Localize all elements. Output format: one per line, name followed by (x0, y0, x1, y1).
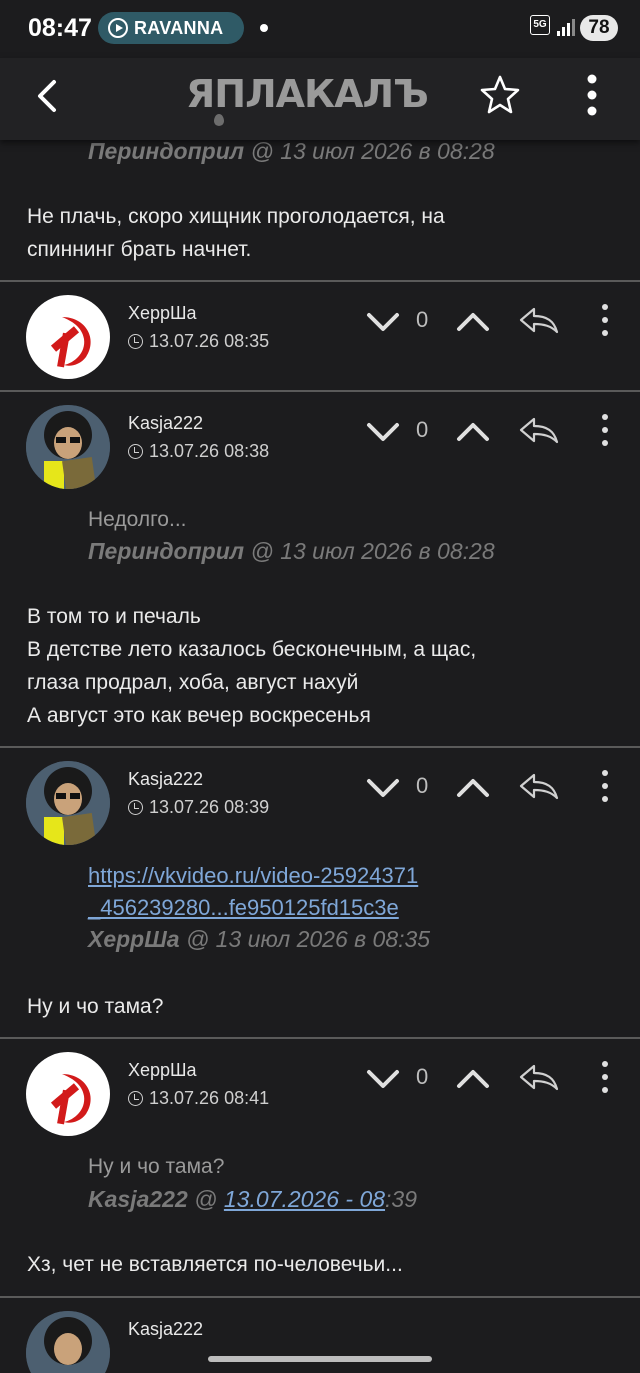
username[interactable]: Kasja222 (128, 1319, 203, 1340)
comment-date: 13.07.26 08:38 (128, 441, 269, 462)
username[interactable]: Kasja222 (128, 769, 203, 790)
comment-date: 13.07.26 08:35 (128, 331, 269, 352)
hammer-sickle-icon (50, 1074, 91, 1125)
comment-date: 13.07.26 08:41 (128, 1088, 269, 1109)
comment-header: Kasja222 13.07.26 08:38 0 (0, 393, 640, 489)
comments-feed[interactable]: Периндоприл @ 13 июл 2026 в 08:28 Не пла… (0, 140, 640, 1373)
avatar[interactable] (26, 1311, 110, 1373)
clock-icon (128, 334, 143, 349)
cartoon-girl-icon (26, 405, 110, 489)
reply-icon[interactable] (518, 305, 560, 335)
username[interactable]: ХеррШа (128, 303, 197, 324)
vote-score: 0 (416, 773, 429, 798)
site-logo[interactable]: ЯПЛАКАЛЪ (186, 72, 429, 116)
vote-score: 0 (416, 1064, 429, 1089)
divider (0, 390, 640, 392)
username[interactable]: Kasja222 (128, 413, 203, 434)
media-pill[interactable]: RAVANNA (98, 12, 244, 44)
reply-icon[interactable] (518, 1062, 560, 1092)
play-icon (108, 18, 128, 38)
vote-up-icon[interactable] (456, 421, 490, 443)
comment-more-icon[interactable] (598, 769, 612, 803)
comment-body: Хз, чет не вставляется по-человечьи... (27, 1253, 403, 1276)
status-bar: 08:47 RAVANNA 5G 78 (0, 0, 640, 58)
username[interactable]: ХеррШа (128, 1060, 197, 1081)
logo-tear-icon (214, 114, 224, 126)
divider (0, 1296, 640, 1298)
vote-score: 0 (416, 417, 429, 442)
comment-header: ХеррШа 13.07.26 08:41 0 (0, 1040, 640, 1136)
video-link[interactable]: https://vkvideo.ru/video-25924371 _45623… (88, 860, 418, 924)
status-time: 08:47 (28, 14, 92, 42)
quote-author-line: Периндоприл @ 13 июл 2026 в 08:28 (88, 538, 495, 564)
comment-more-icon[interactable] (598, 1060, 612, 1094)
comment-more-icon[interactable] (598, 303, 612, 337)
avatar[interactable] (26, 405, 110, 489)
comment-body: Не плачь, скоро хищник проголодается, на… (27, 205, 445, 261)
more-vert-icon[interactable] (580, 72, 604, 118)
comment-date: 13.07.26 08:39 (128, 797, 269, 818)
hammer-sickle-icon (50, 317, 91, 368)
notification-dot-icon (260, 24, 268, 32)
vote-down-icon[interactable] (366, 777, 400, 799)
media-app-label: RAVANNA (134, 18, 224, 38)
avatar[interactable] (26, 1052, 110, 1136)
quote-author-line: ХеррШа @ 13 июл 2026 в 08:35 (88, 926, 431, 952)
quote-text: Недолго... (88, 508, 187, 531)
home-indicator[interactable] (208, 1356, 432, 1362)
vote-up-icon[interactable] (456, 777, 490, 799)
divider (0, 280, 640, 282)
star-icon[interactable] (478, 73, 522, 117)
vote-down-icon[interactable] (366, 311, 400, 333)
quote-date-link[interactable]: 13.07.2026 - 08 (224, 1186, 385, 1212)
network-5g-icon: 5G (530, 15, 550, 35)
app-bar: ЯПЛАКАЛЪ (0, 58, 640, 140)
reply-icon[interactable] (518, 771, 560, 801)
divider (0, 746, 640, 748)
quote-text: Ну и чо тама? (88, 1155, 225, 1178)
reply-icon[interactable] (518, 415, 560, 445)
comment-header: Kasja222 13.07.26 08:39 0 (0, 749, 640, 845)
vote-down-icon[interactable] (366, 1068, 400, 1090)
comment-more-icon[interactable] (598, 413, 612, 447)
cartoon-girl-icon (26, 1311, 110, 1373)
battery-icon: 78 (580, 15, 618, 41)
vote-score: 0 (416, 307, 429, 332)
cartoon-girl-icon (26, 761, 110, 845)
avatar[interactable] (26, 761, 110, 845)
quote-author-line: Периндоприл @ 13 июл 2026 в 08:28 (88, 140, 495, 164)
comment-body: В том то и печаль В детстве лето казалос… (27, 605, 477, 727)
signal-icon (557, 19, 575, 36)
comment-header: ХеррШа 13.07.26 08:35 0 (0, 283, 640, 379)
divider (0, 1037, 640, 1039)
clock-icon (128, 444, 143, 459)
clock-icon (128, 800, 143, 815)
avatar[interactable] (26, 295, 110, 379)
vote-up-icon[interactable] (456, 311, 490, 333)
clock-icon (128, 1091, 143, 1106)
quote-author-line: Kasja222 @ 13.07.2026 - 08:39 (88, 1186, 418, 1212)
back-arrow-icon[interactable] (30, 76, 70, 116)
comment-body: Ну и чо тама? (27, 995, 164, 1018)
vote-up-icon[interactable] (456, 1068, 490, 1090)
vote-down-icon[interactable] (366, 421, 400, 443)
